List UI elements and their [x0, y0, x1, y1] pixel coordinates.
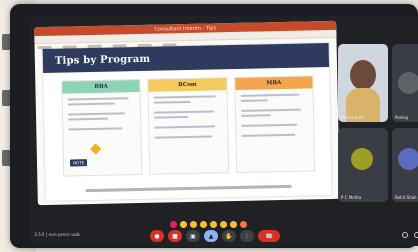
participant-name: Pankaj — [395, 115, 409, 120]
surprised-icon[interactable] — [220, 221, 227, 228]
slide-header: Tips by Program — [42, 43, 330, 74]
info-icon[interactable] — [402, 232, 408, 238]
program-columns: BBA NOTE BCom MBA — [61, 75, 316, 177]
participant-name: Meera Joshi — [341, 115, 365, 120]
raise-hand-button[interactable]: ✋ — [222, 230, 236, 242]
participant-tile[interactable]: Rohit Shah — [392, 128, 418, 202]
mic-off-icon: ● — [154, 232, 160, 240]
meeting-info: 3:14 | xvn-pmrc-uob — [34, 233, 80, 238]
pencil-icon — [90, 143, 102, 155]
participant-name: Rohit Shah — [395, 195, 417, 200]
present-icon: ▲ — [208, 232, 214, 240]
meeting-controls-bar: 3:14 | xvn-pmrc-uob ● ■ ▣ ▲ ✋ ⋮ ☎ — [30, 218, 418, 246]
laptop-bezel: Consultant Interim - Tips Tips by Progra… — [10, 4, 418, 248]
mic-button[interactable]: ● — [150, 230, 164, 242]
more-options-button[interactable]: ⋮ — [240, 230, 254, 242]
hand-icon: ✋ — [225, 232, 233, 240]
avatar — [398, 148, 418, 170]
clap-icon[interactable] — [200, 221, 207, 228]
ppt-document-title: Consultant Interim - Tips — [154, 24, 217, 33]
participant-tile-speaker[interactable]: Meera Joshi — [338, 44, 388, 122]
participant-tile[interactable]: P C Mehta — [338, 128, 388, 202]
meeting-screen: Consultant Interim - Tips Tips by Progra… — [30, 16, 418, 246]
captions-button[interactable]: ▣ — [186, 230, 200, 242]
avatar — [351, 148, 373, 170]
shared-presentation[interactable]: Consultant Interim - Tips Tips by Progra… — [34, 20, 340, 206]
end-call-button[interactable]: ☎ — [258, 230, 280, 242]
reactions-bar — [170, 221, 247, 228]
call-controls: ● ■ ▣ ▲ ✋ ⋮ ☎ — [150, 230, 280, 242]
column-bba: BBA NOTE — [61, 78, 143, 177]
thumbs-up-icon[interactable] — [180, 221, 187, 228]
camera-button[interactable]: ■ — [168, 230, 182, 242]
people-icon[interactable] — [414, 232, 418, 238]
avatar — [398, 72, 418, 94]
celebrate-icon[interactable] — [190, 221, 197, 228]
column-mba: MBA — [233, 75, 316, 173]
scene: Consultant Interim - Tips Tips by Progra… — [0, 0, 418, 252]
slide-footer-text — [85, 184, 292, 193]
column-bcom: BCom — [147, 77, 229, 175]
more-icon: ⋮ — [244, 232, 250, 240]
column-body — [235, 88, 314, 172]
participant-video-face — [350, 60, 376, 90]
column-body: NOTE — [63, 92, 142, 176]
sad-icon[interactable] — [230, 221, 237, 228]
column-body — [149, 90, 228, 174]
thinking-icon[interactable] — [240, 221, 247, 228]
end-call-icon: ☎ — [265, 232, 273, 240]
slide-title: Tips by Program — [54, 53, 151, 67]
laugh-icon[interactable] — [210, 221, 217, 228]
participant-name: P C Mehta — [341, 195, 362, 200]
cc-icon: ▣ — [190, 232, 196, 240]
participant-tile[interactable]: Pankaj — [392, 44, 418, 122]
camera-off-icon: ■ — [172, 232, 178, 240]
note-tag: NOTE — [69, 159, 88, 167]
heart-icon[interactable] — [170, 221, 177, 228]
present-button[interactable]: ▲ — [204, 230, 218, 242]
slide: Tips by Program BBA NOTE BCom MBA — [42, 43, 332, 201]
side-panel-icons — [402, 232, 418, 238]
